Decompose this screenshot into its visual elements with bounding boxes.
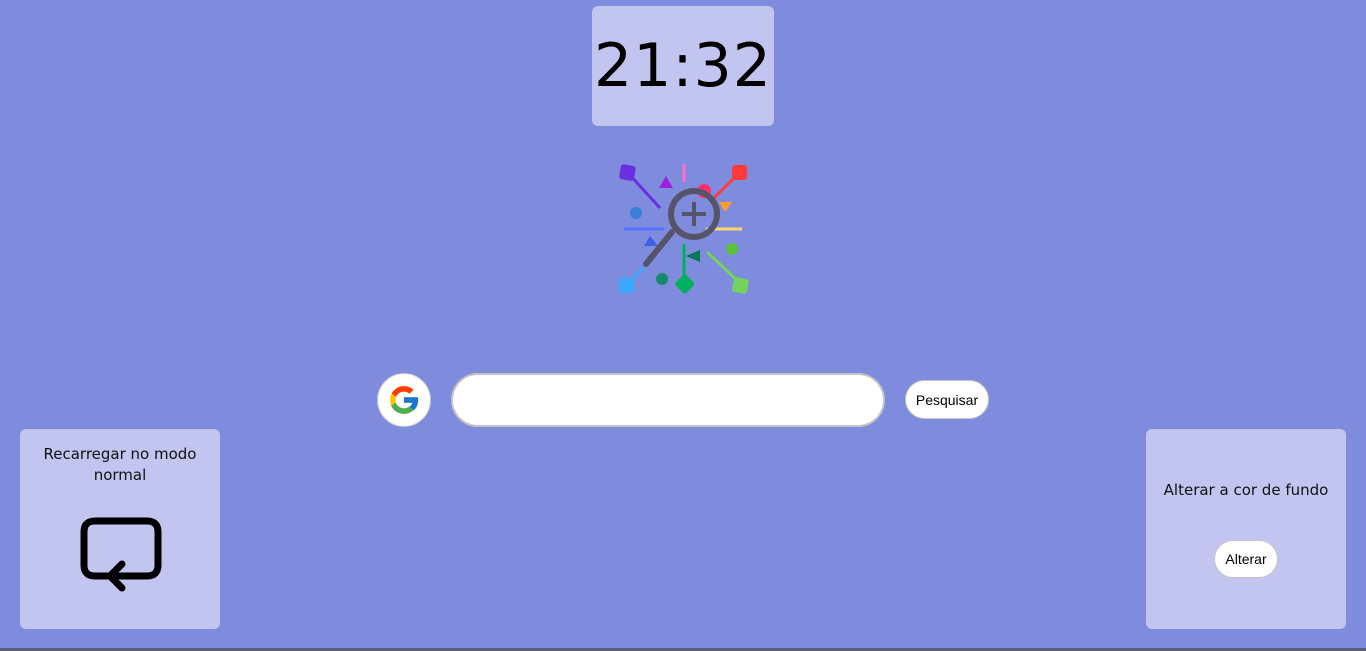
google-icon[interactable]	[377, 373, 431, 427]
reload-icon[interactable]	[78, 517, 164, 599]
search-network-logo-icon	[614, 160, 754, 300]
reload-card: Recarregar no modo normal	[20, 429, 220, 629]
search-button[interactable]: Pesquisar	[905, 380, 989, 419]
new-tab-page: 21:32 Pesquisar Recarregar no modo norma…	[0, 0, 1366, 651]
change-background-button[interactable]: Alterar	[1214, 540, 1278, 578]
reload-card-title: Recarregar no modo normal	[43, 445, 197, 484]
background-color-card: Alterar a cor de fundo Alterar	[1146, 429, 1346, 629]
clock-time: 21:32	[594, 31, 772, 101]
background-color-card-title: Alterar a cor de fundo	[1163, 481, 1329, 499]
clock-widget: 21:32	[592, 6, 774, 126]
search-input[interactable]	[451, 373, 885, 427]
search-bar: Pesquisar	[0, 372, 1366, 428]
